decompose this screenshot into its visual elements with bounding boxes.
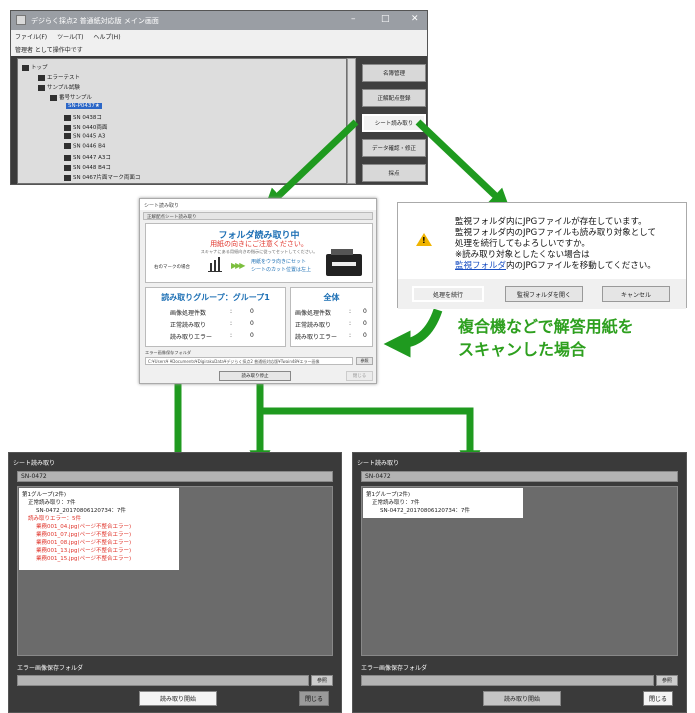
start-read-button[interactable]: 読み取り開始 — [483, 691, 561, 706]
result-error-item[interactable]: 業務001_13.jpg(ページ不整合エラー) — [36, 546, 131, 554]
monitor-folder-link[interactable]: 監視フォルダ — [455, 261, 506, 271]
result-error-node[interactable]: 読み取りエラー：5件 — [28, 514, 81, 522]
timing-mark-icon — [208, 256, 222, 272]
group-stats-panel: 読み取りグループ：グループ1 画像処理件数 : 0 正常読み取り : 0 読み取… — [145, 287, 286, 347]
error-folder-field[interactable]: C:¥Users¥ ¥Documents¥DigirakuData¥デジらく採点… — [145, 357, 353, 365]
result-group-node[interactable]: 第1グループ(2件) — [22, 490, 66, 498]
result-browse-button[interactable]: 参照 — [656, 675, 678, 686]
result-error-item[interactable]: 業務001_04.jpg(ページ不整合エラー) — [36, 522, 131, 530]
total-processed-count: 0 — [363, 308, 367, 315]
result-tree: 第1グループ(2件) 正常読み取り：7件 SN-0472_20170806120… — [361, 486, 678, 656]
confirm-message-area: ! 監視フォルダ内にJPGファイルが存在しています。 監視フォルダ内のJPGファ… — [398, 203, 686, 279]
result-normal-node[interactable]: 正常読み取り：7件 — [28, 498, 76, 506]
result-title: シート読み取り — [357, 460, 400, 467]
jpg-confirm-dialog: ! 監視フォルダ内にJPGファイルが存在しています。 監視フォルダ内のJPGファ… — [397, 202, 687, 309]
result-tree-content: 第1グループ(2件) 正常読み取り：7件 SN-0472_20170806120… — [19, 488, 179, 570]
result-window-ok: シート読み取り SN-0472 第1グループ(2件) 正常読み取り：7件 SN-… — [352, 452, 687, 713]
total-normal-count: 0 — [363, 320, 367, 327]
result-browse-button[interactable]: 参照 — [311, 675, 333, 686]
stat-label: 読み取りエラー — [170, 334, 213, 341]
cancel-button[interactable]: キャンセル — [602, 286, 670, 302]
total-error-count: 0 — [363, 332, 367, 339]
result-error-item[interactable]: 業務001_15.jpg(ページ不整合エラー) — [36, 554, 131, 562]
result-window-error: シート読み取り SN-0472 第1グループ(2件) 正常読み取り：7件 SN-… — [8, 452, 342, 713]
chevrons-right-icon: ▶▶▶ — [231, 261, 246, 270]
annotation-line: 複合機などで解答用紙を — [458, 317, 634, 336]
result-sn-field: SN-0472 — [361, 471, 678, 482]
scanner-icon — [326, 249, 362, 276]
stat-label: 正常読み取り — [170, 322, 207, 329]
scan-annotation: 複合機などで解答用紙を スキャンした場合 — [458, 315, 634, 361]
result-close-button[interactable]: 閉じる — [643, 691, 673, 706]
orientation-warning: 用紙の向きにご注意ください。 — [210, 240, 308, 248]
group-title: 読み取りグループ：グループ1 — [161, 293, 270, 302]
paper-instruction-2: シートのカット位置は左上 — [251, 267, 312, 273]
total-stats-panel: 全体 画像処理件数 : 0 正常読み取り : 0 読み取りエラー : 0 — [290, 287, 373, 347]
result-tree-content: 第1グループ(2件) 正常読み取り：7件 SN-0472_20170806120… — [363, 488, 523, 518]
stat-label: 読み取りエラー — [295, 334, 338, 341]
result-normal-item[interactable]: SN-0472_20170806120734：7件 — [36, 506, 126, 514]
result-error-folder-field[interactable] — [361, 675, 654, 686]
browse-button[interactable]: 参照 — [356, 357, 373, 365]
result-sn-field: SN-0472 — [17, 471, 333, 482]
stat-label: 画像処理件数 — [170, 310, 207, 317]
result-error-folder-label: エラー画像保存フォルダ — [17, 665, 84, 672]
result-close-button[interactable]: 閉じる — [299, 691, 329, 706]
folder-read-panel: フォルダ読み取り中 用紙の向きにご注意ください。 スキャナにある用紙向きの指示に… — [145, 223, 373, 283]
stop-read-button[interactable]: 読み取り停止 — [219, 371, 291, 381]
close-button[interactable]: 閉じる — [346, 371, 373, 381]
result-error-folder-field[interactable] — [17, 675, 309, 686]
group-processed-count: 0 — [250, 308, 254, 315]
arrow-to-read-dialog — [263, 119, 359, 210]
continue-button[interactable]: 処理を続行 — [412, 286, 484, 302]
group-normal-count: 0 — [250, 320, 254, 327]
sheet-read-dialog: シート読み取り 正解配点シート読み取り フォルダ読み取り中 用紙の向きにご注意く… — [139, 198, 377, 384]
marker-label: 右のマークの場合 — [154, 265, 190, 270]
result-normal-item[interactable]: SN-0472_20170806120734：7件 — [380, 506, 470, 514]
result-error-item[interactable]: 業務001_08.jpg(ページ不整合エラー) — [36, 538, 131, 546]
confirm-button-area: 処理を続行 監視フォルダを開く キャンセル — [398, 279, 686, 309]
paper-instruction-1: 用紙をウラ向きにセット — [251, 259, 307, 265]
error-folder-label: エラー画像保存フォルダ — [145, 350, 192, 355]
confirm-message-line: 監視フォルダ内のJPGファイルを移動してください。 — [455, 261, 656, 271]
result-group-node[interactable]: 第1グループ(2件) — [366, 490, 410, 498]
result-error-item[interactable]: 業務001_07.jpg(ページ不整合エラー) — [36, 530, 131, 538]
open-monitor-folder-button[interactable]: 監視フォルダを開く — [505, 286, 583, 302]
result-title: シート読み取り — [13, 460, 56, 467]
result-normal-node[interactable]: 正常読み取り：7件 — [372, 498, 420, 506]
stat-label: 画像処理件数 — [295, 310, 332, 317]
stat-label: 正常読み取り — [295, 322, 332, 329]
arrow-to-confirm-dialog — [415, 119, 511, 210]
total-title: 全体 — [323, 293, 340, 302]
arrow-confirm-to-read — [383, 308, 443, 358]
start-read-button[interactable]: 読み取り開始 — [139, 691, 217, 706]
read-dialog-title: シート読み取り — [140, 199, 376, 210]
group-error-count: 0 — [250, 332, 254, 339]
result-error-folder-label: エラー画像保存フォルダ — [361, 665, 428, 672]
annotation-line: スキャンした場合 — [458, 340, 587, 359]
warning-icon: ! — [416, 233, 432, 246]
read-dialog-tab[interactable]: 正解配点シート読み取り — [143, 212, 373, 220]
result-tree: 第1グループ(2件) 正常読み取り：7件 SN-0472_20170806120… — [17, 486, 333, 656]
